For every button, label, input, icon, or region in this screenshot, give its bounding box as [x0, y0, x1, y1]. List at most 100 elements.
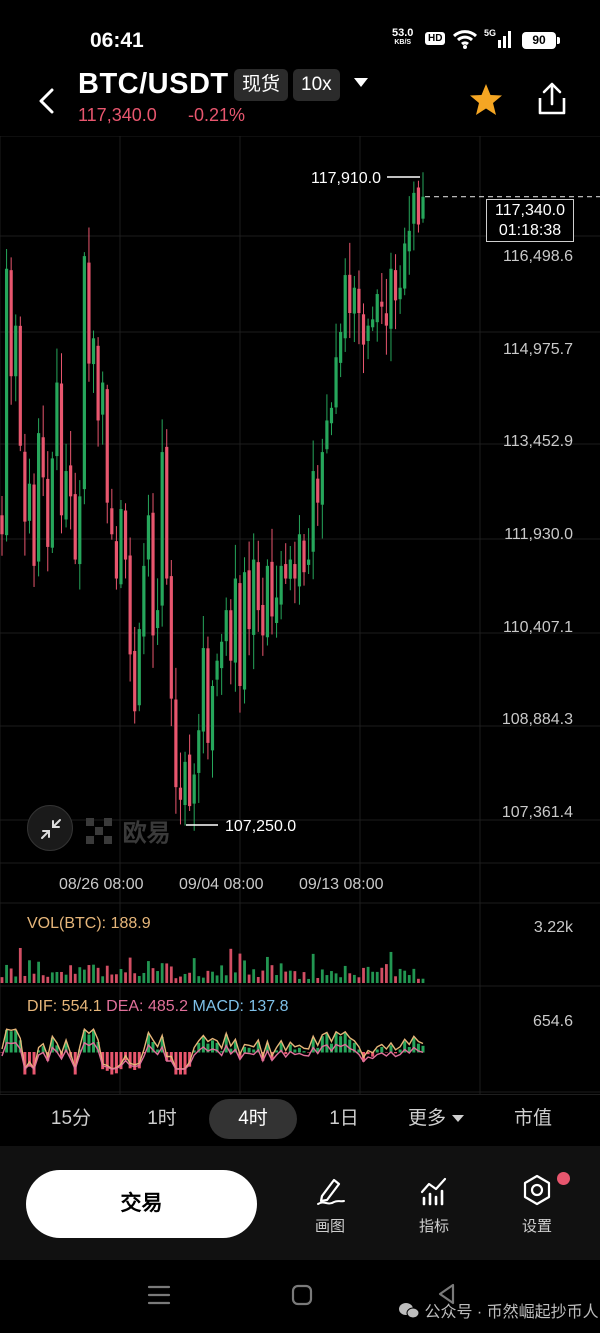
candle-body [238, 583, 242, 686]
collapse-chart-button[interactable] [27, 805, 73, 851]
tab-1h[interactable]: 1时 [132, 1099, 192, 1139]
home-icon[interactable] [291, 1284, 313, 1306]
candle-body [18, 325, 22, 446]
candle-body [142, 565, 146, 637]
status-bar: 06:41 53.0 KB/S HD 5G 90 [0, 24, 600, 58]
macd-histogram-bar [174, 1052, 178, 1075]
candle-body [46, 478, 50, 547]
candle-body [151, 512, 155, 636]
price-axis-label: 114,975.7 [503, 341, 573, 358]
macd-histogram-bar [302, 1051, 306, 1053]
tab-15m[interactable]: 15分 [40, 1099, 102, 1139]
candle-body [183, 761, 187, 806]
candle-body [128, 555, 132, 655]
candle-body [306, 559, 311, 565]
volume-bar [169, 966, 173, 983]
current-price-value: 117,340.0 [495, 202, 565, 219]
volume-bar [252, 969, 256, 983]
tab-1d[interactable]: 1日 [314, 1099, 374, 1139]
volume-bar [55, 971, 59, 983]
candle-body [197, 730, 201, 773]
volume-bar [64, 974, 68, 983]
tab-more[interactable]: 更多 [398, 1099, 474, 1139]
candle-body [169, 576, 173, 699]
candle-body [421, 196, 425, 219]
indicators-button[interactable]: 指标 [394, 1174, 474, 1236]
volume-bar [298, 978, 301, 983]
candle-body [4, 268, 9, 536]
draw-tool-button[interactable]: 画图 [290, 1174, 370, 1236]
volume-bar [41, 975, 45, 983]
kline-chart[interactable] [0, 136, 600, 1094]
candle-body [188, 754, 192, 807]
volume-bar [23, 975, 27, 983]
network-speed: 53.0 KB/S [392, 28, 413, 48]
volume-bar [243, 960, 246, 983]
volume-bar [421, 978, 425, 983]
candle-body [23, 451, 27, 522]
exchange-logo-watermark: 欧易 [86, 813, 171, 848]
indicator-chart-icon [420, 1177, 447, 1206]
macd-dif-value: DIF: 554.1 [27, 998, 102, 1015]
macd-histogram-bar [412, 1037, 416, 1053]
volume-bar [238, 953, 242, 983]
volume-bar [247, 974, 251, 983]
candle-body [233, 578, 237, 663]
volume-bar [151, 968, 155, 983]
pair-dropdown-icon[interactable] [354, 78, 368, 87]
candle-body [297, 534, 302, 587]
tab-market-cap[interactable]: 市值 [503, 1099, 563, 1139]
settings-hexagon-icon [523, 1174, 551, 1206]
volume-bar [165, 963, 169, 983]
candle-body [64, 471, 68, 520]
macd-histogram-bar [252, 1049, 256, 1053]
current-price-tag: 117,340.0 01:18:38 [486, 199, 574, 242]
volume-bar [403, 970, 407, 983]
candle-body [256, 562, 260, 611]
trading-pair-title[interactable]: BTC/USDT [78, 68, 229, 101]
candle-body [393, 270, 398, 301]
candle-body [41, 437, 45, 478]
candle-body [55, 382, 59, 457]
volume-bar [128, 957, 132, 983]
candle-body [279, 565, 283, 605]
share-icon[interactable] [536, 82, 568, 116]
volume-bar [316, 977, 320, 983]
trade-button[interactable]: 交易 [26, 1170, 257, 1238]
macd-histogram-bar [114, 1052, 118, 1074]
volume-bar [192, 958, 196, 983]
candle-body [261, 604, 265, 636]
candle-body [316, 478, 320, 503]
last-price: 117,340.0 [78, 105, 157, 125]
network-speed-unit: KB/S [394, 39, 412, 46]
candle-body [174, 699, 178, 788]
volume-bar [211, 971, 214, 983]
candle-body [320, 452, 324, 505]
volume-bar [37, 961, 41, 983]
candle-body [165, 446, 169, 579]
volume-bar [275, 975, 278, 983]
candle-body [302, 540, 306, 573]
pen-icon [317, 1178, 345, 1205]
volume-bar [394, 976, 397, 983]
tab-4h[interactable]: 4时 [209, 1099, 297, 1139]
candle-body [206, 648, 210, 743]
volume-bar [46, 976, 50, 983]
back-icon[interactable] [36, 88, 60, 114]
macd-axis-max: 654.6 [532, 1013, 573, 1030]
candle-body [325, 420, 329, 450]
volume-bar [110, 974, 114, 983]
favorite-star-icon[interactable] [468, 83, 504, 117]
battery-icon: 90 [522, 32, 560, 49]
macd-hist-value: MACD: 137.8 [192, 998, 289, 1015]
draw-tool-label: 画图 [314, 1218, 345, 1235]
menu-icon[interactable] [147, 1284, 171, 1306]
settings-label: 设置 [521, 1218, 552, 1235]
candle-body [284, 564, 288, 579]
volume-bar [334, 973, 338, 983]
volume-bar [124, 972, 127, 983]
candle-body [32, 484, 36, 566]
volume-bar [183, 973, 187, 983]
volume-bar [348, 973, 352, 983]
date-axis-label: 09/04 08:00 [179, 876, 264, 893]
